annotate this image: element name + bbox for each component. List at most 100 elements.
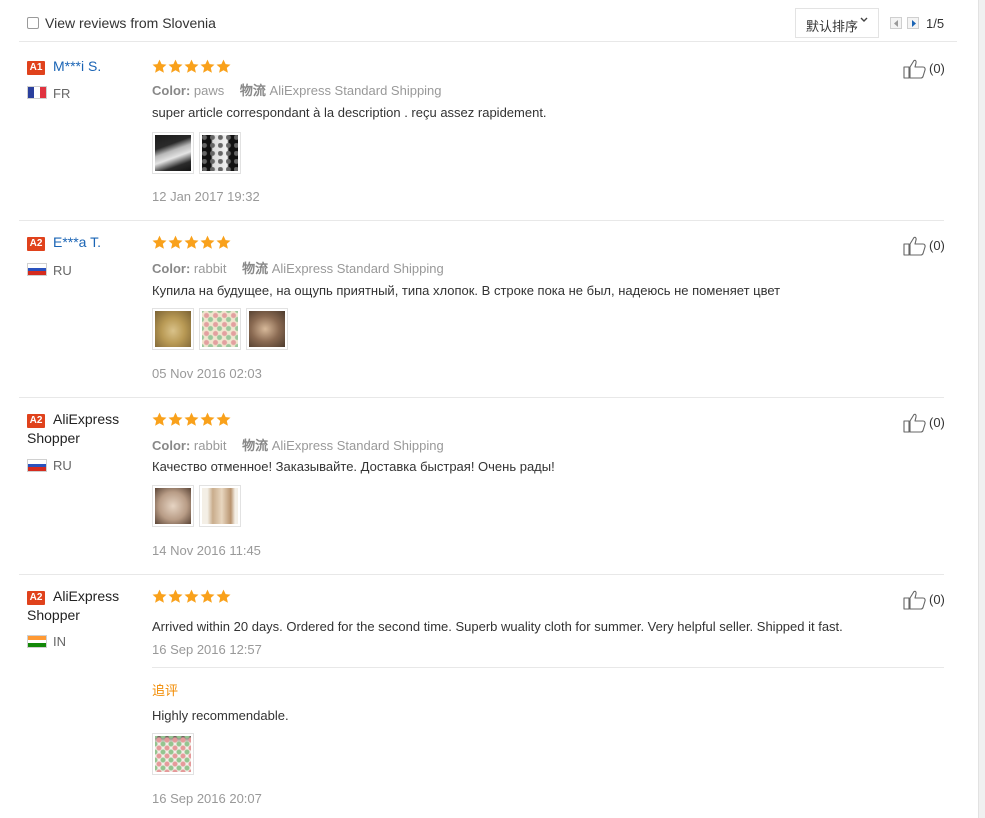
star-icon: [168, 59, 183, 74]
star-rating: [152, 589, 232, 604]
reviewer-name-continued[interactable]: Shopper: [27, 606, 80, 625]
sort-dropdown-label: 默认排序: [806, 19, 859, 34]
star-icon: [200, 589, 215, 604]
review-item: A2 AliExpress Shopper IN Arrived within …: [19, 575, 945, 818]
additional-review-label: 追评: [152, 683, 179, 698]
chevron-left-icon: [894, 20, 898, 27]
divider: [152, 667, 944, 668]
buyer-level-badge: A2: [27, 591, 45, 605]
buyer-level-badge: A1: [27, 61, 45, 75]
page-indicator: 1/5: [926, 16, 945, 31]
shipping-value: AliExpress Standard Shipping: [271, 438, 444, 453]
reviewer-country: RU: [53, 458, 72, 473]
helpful-count: (0): [929, 61, 945, 76]
flag-ru-icon: [27, 459, 47, 472]
next-page-button[interactable]: [907, 17, 919, 29]
review-date: 05 Nov 2016 02:03: [152, 366, 262, 381]
color-key: Color:: [152, 438, 191, 453]
thumbs-up-icon: [903, 413, 926, 433]
reviewer-name[interactable]: M***i S.: [53, 57, 101, 76]
star-icon: [152, 59, 167, 74]
star-rating: [152, 412, 232, 427]
star-icon: [184, 412, 199, 427]
chevron-right-icon: [912, 20, 916, 27]
review-photo-thumbnail[interactable]: [152, 132, 194, 174]
flag-in-icon: [27, 635, 47, 648]
buyer-level-badge: A2: [27, 414, 45, 428]
flag-ru-icon: [27, 263, 47, 276]
thumbs-up-icon: [903, 590, 926, 610]
color-value: rabbit: [193, 261, 227, 276]
sort-dropdown[interactable]: 默认排序: [795, 8, 879, 38]
logistics-key: 物流: [242, 261, 269, 276]
star-icon: [168, 235, 183, 250]
review-meta: Color: paws 物流 AliExpress Standard Shipp…: [152, 80, 442, 99]
star-icon: [200, 412, 215, 427]
additional-review-date: 16 Sep 2016 20:07: [152, 791, 262, 806]
review-item: A2 E***a T. RU Color: rabbit 物流 AliExpre…: [19, 221, 945, 398]
reviewer-country: IN: [53, 634, 66, 649]
review-date: 14 Nov 2016 11:45: [152, 543, 261, 558]
reviewer-name[interactable]: AliExpress: [53, 410, 119, 429]
review-date: 16 Sep 2016 12:57: [152, 642, 262, 657]
star-icon: [216, 235, 231, 250]
review-date: 12 Jan 2017 19:32: [152, 189, 260, 204]
shipping-value: AliExpress Standard Shipping: [269, 83, 442, 98]
star-rating: [152, 235, 232, 250]
star-icon: [200, 235, 215, 250]
review-meta: Color: rabbit 物流 AliExpress Standard Shi…: [152, 435, 444, 454]
review-text: Купила на будущее, на ощупь приятный, ти…: [152, 283, 781, 298]
star-icon: [152, 412, 167, 427]
buyer-level-badge: A2: [27, 237, 45, 251]
review-meta: Color: rabbit 物流 AliExpress Standard Shi…: [152, 258, 444, 277]
review-photo-thumbnail[interactable]: [199, 485, 241, 527]
chevron-down-icon: [860, 15, 868, 25]
additional-review-text: Highly recommendable.: [152, 708, 289, 723]
review-text: Arrived within 20 days. Ordered for the …: [152, 619, 843, 634]
color-value: paws: [193, 83, 225, 98]
star-icon: [168, 412, 183, 427]
reviewer-country: FR: [53, 86, 71, 101]
star-icon: [168, 589, 183, 604]
star-icon: [152, 589, 167, 604]
star-rating: [152, 59, 232, 74]
star-icon: [200, 59, 215, 74]
star-icon: [184, 589, 199, 604]
logistics-key: 物流: [239, 83, 266, 98]
review-item: A1 M***i S. FR Color: paws 物流 AliExpress…: [19, 43, 945, 221]
star-icon: [152, 235, 167, 250]
review-photo-thumbnail[interactable]: [152, 308, 194, 350]
review-photo-thumbnail[interactable]: [246, 308, 288, 350]
prev-page-button[interactable]: [890, 17, 902, 29]
shipping-value: AliExpress Standard Shipping: [271, 261, 444, 276]
color-key: Color:: [152, 261, 191, 276]
review-item: A2 AliExpress Shopper RU Color: rabbit 物…: [19, 398, 945, 575]
color-key: Color:: [152, 83, 191, 98]
review-photo-thumbnail[interactable]: [152, 485, 194, 527]
country-filter-label[interactable]: View reviews from Slovenia: [45, 15, 216, 31]
country-filter-checkbox[interactable]: [27, 17, 39, 29]
thumbs-up-icon: [903, 236, 926, 256]
helpful-count: (0): [929, 238, 945, 253]
helpful-count: (0): [929, 415, 945, 430]
review-photo-thumbnail[interactable]: [199, 308, 241, 350]
reviewer-name-continued[interactable]: Shopper: [27, 429, 80, 448]
star-icon: [184, 59, 199, 74]
reviews-toolbar: View reviews from Slovenia 默认排序 1/5: [19, 6, 957, 42]
color-value: rabbit: [193, 438, 227, 453]
star-icon: [216, 59, 231, 74]
flag-fr-icon: [27, 86, 47, 99]
thumbs-up-icon: [903, 59, 926, 79]
logistics-key: 物流: [242, 438, 269, 453]
star-icon: [216, 412, 231, 427]
star-icon: [216, 589, 231, 604]
review-text: Качество отменное! Заказывайте. Доставка…: [152, 459, 555, 474]
review-photo-thumbnail[interactable]: [152, 733, 194, 775]
review-photo-thumbnail[interactable]: [199, 132, 241, 174]
reviewer-country: RU: [53, 263, 72, 278]
helpful-count: (0): [929, 592, 945, 607]
reviewer-name[interactable]: E***a T.: [53, 233, 101, 252]
scrollbar-track[interactable]: [978, 0, 985, 818]
reviewer-name[interactable]: AliExpress: [53, 587, 119, 606]
star-icon: [184, 235, 199, 250]
